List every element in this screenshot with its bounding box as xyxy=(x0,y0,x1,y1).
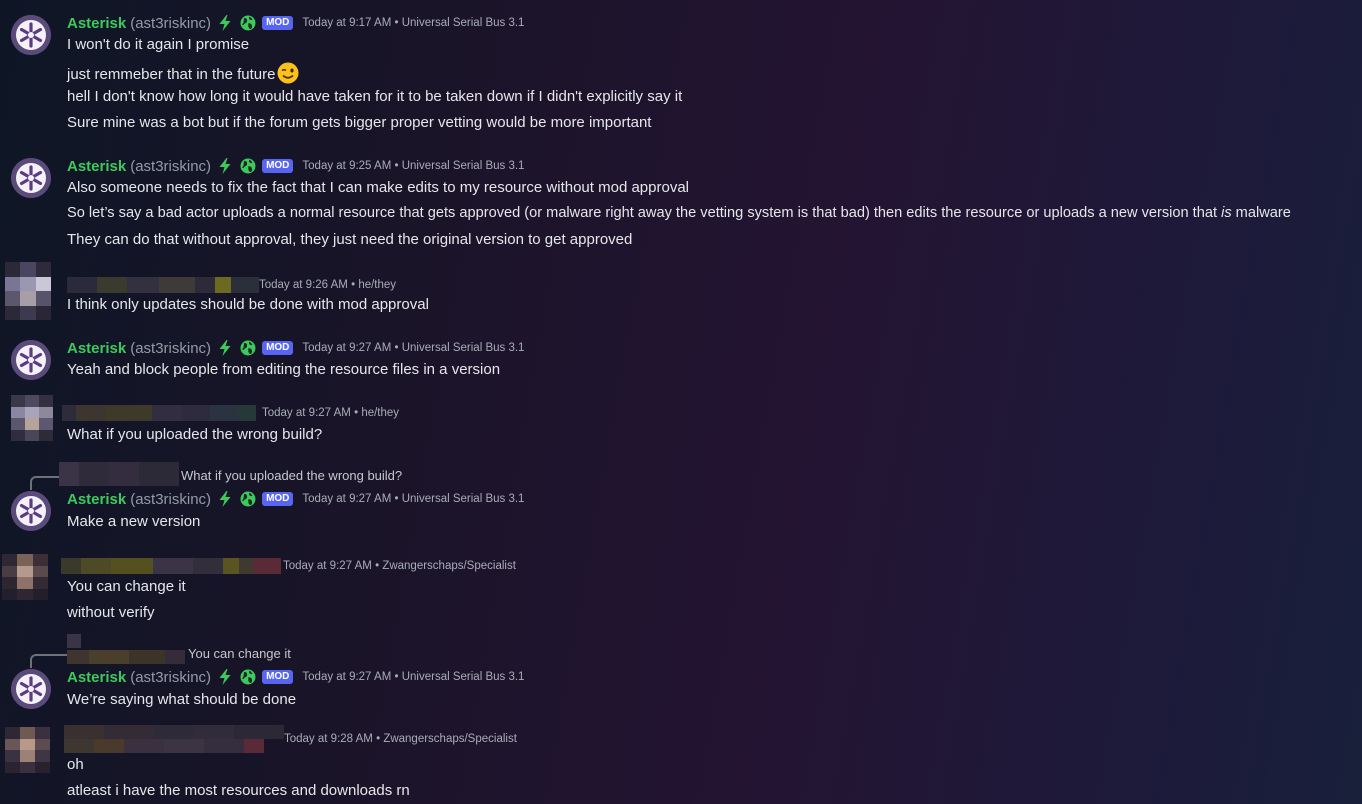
timestamp: Today at 9:27 AM • he/they xyxy=(262,407,400,419)
mod-badge: MOD xyxy=(262,341,294,355)
timestamp: Today at 9:28 AM • Zwangerschaps/Special… xyxy=(284,733,517,745)
message-header: Asterisk (ast3riskinc) MOD Today at 9:27… xyxy=(67,667,524,687)
timestamp: Today at 9:27 AM • Universal Serial Bus … xyxy=(302,671,525,683)
message-text: without verify xyxy=(67,604,155,621)
bolt-icon xyxy=(219,158,231,174)
message-text: oh xyxy=(67,756,84,773)
timestamp: Today at 9:26 AM • he/they xyxy=(259,279,397,291)
bolt-icon xyxy=(219,491,231,507)
mod-badge: MOD xyxy=(262,670,294,684)
mod-badge: MOD xyxy=(262,492,294,506)
redacted-username[interactable] xyxy=(62,405,256,421)
timestamp: Today at 9:27 AM • Universal Serial Bus … xyxy=(302,493,525,505)
replied-user-avatar[interactable] xyxy=(59,462,179,486)
reply-connector xyxy=(30,654,68,668)
message-text: Sure mine was a bot but if the forum get… xyxy=(67,114,652,131)
reply-connector xyxy=(30,476,60,490)
message-header: Asterisk (ast3riskinc) MOD Today at 9:27… xyxy=(67,489,524,509)
avatar[interactable] xyxy=(11,669,51,709)
user-handle: (ast3riskinc) xyxy=(130,490,212,508)
avatar[interactable] xyxy=(11,15,51,55)
username[interactable]: Asterisk xyxy=(67,340,126,357)
username[interactable]: Asterisk xyxy=(67,491,126,508)
message-header: Today at 9:28 AM • Zwangerschaps/Special… xyxy=(64,725,517,753)
message-text: just remmeber that in the future xyxy=(67,62,299,84)
user-handle: (ast3riskinc) xyxy=(130,157,212,175)
timestamp: Today at 9:25 AM • Universal Serial Bus … xyxy=(302,160,525,172)
message-text: Make a new version xyxy=(67,513,201,530)
user-handle: (ast3riskinc) xyxy=(130,668,212,686)
avatar[interactable] xyxy=(2,554,48,600)
message-text: They can do that without approval, they … xyxy=(67,231,633,248)
user-handle: (ast3riskinc) xyxy=(130,339,212,357)
message-header: Today at 9:27 AM • Zwangerschaps/Special… xyxy=(61,556,516,576)
message-text: We’re saying what should be done xyxy=(67,691,297,708)
bolt-icon xyxy=(219,340,231,356)
redacted-username[interactable] xyxy=(64,725,284,753)
bolt-icon xyxy=(219,15,231,31)
message-text: So let’s say a bad actor uploads a norma… xyxy=(67,205,1291,221)
bolt-icon xyxy=(219,669,231,685)
avatar[interactable] xyxy=(11,491,51,531)
winking-face-icon xyxy=(277,62,299,84)
message-text: atleast i have the most resources and do… xyxy=(67,782,410,799)
message-text: I think only updates should be done with… xyxy=(67,296,429,313)
message-header: Today at 9:27 AM • he/they xyxy=(62,403,399,423)
reply-preview[interactable]: You can change it xyxy=(188,646,291,661)
user-handle: (ast3riskinc) xyxy=(130,14,212,32)
globe-icon xyxy=(240,15,257,31)
avatar[interactable] xyxy=(11,340,51,380)
message-header: Asterisk (ast3riskinc) MOD Today at 9:17… xyxy=(67,13,524,33)
message-text: You can change it xyxy=(67,578,186,595)
avatar[interactable] xyxy=(11,158,51,198)
globe-icon xyxy=(240,340,257,356)
username[interactable]: Asterisk xyxy=(67,15,126,32)
message-header: Today at 9:26 AM • he/they xyxy=(67,275,396,295)
message-text: Yeah and block people from editing the r… xyxy=(67,361,501,378)
timestamp: Today at 9:17 AM • Universal Serial Bus … xyxy=(302,17,525,29)
message-text: hell I don't know how long it would have… xyxy=(67,88,683,105)
message-text: I won't do it again I promise xyxy=(67,36,250,53)
timestamp: Today at 9:27 AM • Zwangerschaps/Special… xyxy=(283,560,516,572)
redacted-username[interactable] xyxy=(61,558,281,574)
message-text: Also someone needs to fix the fact that … xyxy=(67,179,689,196)
message-header: Asterisk (ast3riskinc) MOD Today at 9:25… xyxy=(67,156,524,176)
timestamp: Today at 9:27 AM • Universal Serial Bus … xyxy=(302,342,525,354)
username[interactable]: Asterisk xyxy=(67,158,126,175)
redacted-username[interactable] xyxy=(67,277,259,293)
avatar[interactable] xyxy=(11,395,53,441)
message-header: Asterisk (ast3riskinc) MOD Today at 9:27… xyxy=(67,338,524,358)
username[interactable]: Asterisk xyxy=(67,669,126,686)
mod-badge: MOD xyxy=(262,16,294,30)
avatar[interactable] xyxy=(5,727,50,773)
globe-icon xyxy=(240,669,257,685)
globe-icon xyxy=(240,158,257,174)
avatar[interactable] xyxy=(5,262,51,320)
mod-badge: MOD xyxy=(262,159,294,173)
globe-icon xyxy=(240,491,257,507)
reply-preview[interactable]: What if you uploaded the wrong build? xyxy=(181,468,402,483)
message-text: What if you uploaded the wrong build? xyxy=(67,426,323,443)
replied-user-avatar[interactable] xyxy=(67,634,185,664)
